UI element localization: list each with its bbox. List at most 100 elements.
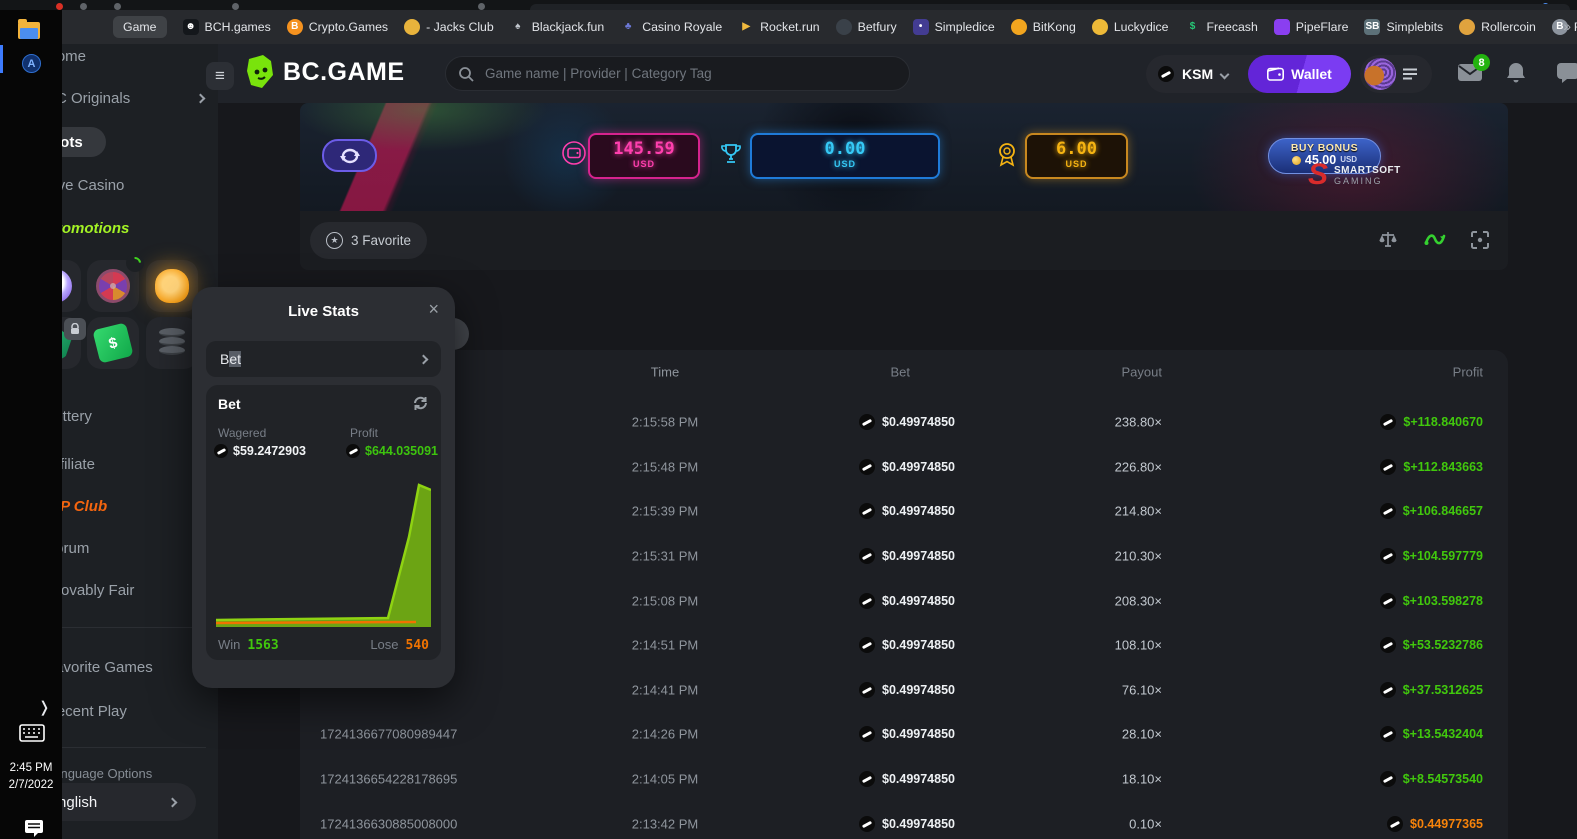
coin-icon [1380,593,1396,609]
game-tile-coins[interactable] [146,317,198,369]
bet-profit: $+104.597779 [1163,548,1483,564]
taskbar-clock[interactable]: 2:45 PM 2/7/2022 [0,760,62,795]
bookmark-item[interactable]: •Simpledice [913,19,995,35]
bet-profit: $+106.846657 [1163,503,1483,519]
bet-time: 2:14:41 PM [540,682,790,697]
browser-icon-dot [232,3,239,10]
card-title: Bet [218,396,241,412]
bookmark-item[interactable]: $Freecash [1185,19,1258,35]
table-row[interactable]: 1724136630885008000 2:13:42 PM $0.499748… [300,801,1508,839]
table-row[interactable]: 2:15:58 PM $0.49974850 238.80× $+118.840… [300,400,1508,445]
live-stats-popup: Live Stats × Bet Bet Wagered Profit $59.… [192,287,455,688]
bookmark-item[interactable]: Betfury [836,19,897,35]
bookmark-item[interactable]: - Jacks Club [404,19,494,35]
bcgame-logo[interactable]: BC.GAME [246,55,405,89]
taskbar-expand-chevron[interactable]: ❭ [38,698,51,716]
bookmark-label: Blackjack.fun [532,20,604,34]
currency-selector[interactable]: KSM Wallet [1146,55,1351,93]
favorite-label: 3 Favorite [351,233,411,248]
notification-center-icon[interactable] [24,818,44,838]
coin-icon [859,548,875,564]
fullscreen-icon[interactable] [1470,230,1490,250]
search-bar[interactable] [445,56,910,91]
bet-payout: 238.80× [1000,415,1162,430]
chat-icon [1556,62,1577,84]
bet-amount: $0.49974850 [780,682,955,698]
chat-button[interactable] [1556,62,1577,89]
chevron-right-icon [196,94,206,104]
bookmark-item[interactable]: SBSimplebits [1364,19,1443,35]
active-app-indicator [0,45,3,73]
table-row[interactable]: 2:15:48 PM $0.49974850 226.80× $+112.843… [300,445,1508,490]
keyboard-icon[interactable] [19,724,45,742]
bookmark-item[interactable]: ♣Casino Royale [620,19,722,35]
app-a-icon[interactable]: A [22,54,41,73]
game-tile-piggy-bank[interactable] [146,260,198,312]
close-icon[interactable]: × [428,299,439,320]
bookmark-item[interactable]: BCrypto.Games [287,19,388,35]
balance-value: 0.00 [752,140,938,159]
hamburger-menu-button[interactable]: ≡ [206,62,234,90]
game-tile-dollar-tag[interactable]: $ [87,317,139,369]
bcgame-logo-icon [246,55,274,89]
coin-icon [859,816,875,832]
profile-cluster[interactable] [1360,55,1432,93]
bet-time: 2:13:42 PM [540,816,790,831]
bookmarks-overflow-icon[interactable]: » [1563,18,1571,34]
coin-icon [1387,816,1403,832]
wallet-label: Wallet [1291,66,1332,82]
coin-icon [859,771,875,787]
coin-icon [1380,503,1396,519]
bookmark-item[interactable]: ☻BCH.games [183,19,271,35]
win-lose-chart [216,477,431,627]
bet-amount: $0.49974850 [780,771,955,787]
balance-value: 6.00 [1027,140,1126,159]
bet-profit: $+112.843663 [1163,459,1483,475]
table-row[interactable]: 1724136654228178695 2:14:05 PM $0.499748… [300,757,1508,802]
bookmark-item[interactable]: BitKong [1011,19,1076,35]
header-time: Time [540,365,790,380]
bet-time: 2:14:51 PM [540,638,790,653]
notifications-button[interactable] [1505,61,1527,90]
banner-refresh-button[interactable] [322,139,377,172]
header-payout: Payout [1000,365,1162,380]
favorite-button[interactable]: ★ 3 Favorite [310,222,427,259]
bookmark-item[interactable]: ♠Blackjack.fun [510,19,604,35]
bet-amount: $0.49974850 [780,816,955,832]
bookmark-item[interactable]: Game [113,16,167,38]
search-input[interactable] [483,65,897,82]
bet-payout: 226.80× [1000,459,1162,474]
table-row[interactable]: 2:14:51 PM $0.49974850 108.10× $+53.5232… [300,623,1508,668]
table-row[interactable]: 2:14:41 PM $0.49974850 76.10× $+37.53126… [300,668,1508,713]
provider-logo: S SMARTSOFTGAMING [1308,163,1401,187]
folder-icon[interactable] [18,22,40,39]
bookmark-item[interactable]: Rollercoin [1459,19,1536,35]
live-stats-icon[interactable] [1424,230,1446,250]
bookmark-item[interactable]: ▶Rocket.run [738,19,819,35]
table-row[interactable]: 2:15:31 PM $0.49974850 210.30× $+104.597… [300,534,1508,579]
sidebar-divider [46,747,206,748]
coin-icon [859,593,875,609]
header-profit: Profit [1163,365,1483,380]
chevron-down-icon [1220,69,1230,79]
win-count: 1563 [247,638,278,653]
gold-coin-icon [1292,156,1301,165]
reset-stats-icon[interactable] [412,395,429,412]
bookmark-item[interactable]: Luckydice [1092,19,1169,35]
mail-button[interactable]: 8 [1457,62,1483,88]
fairness-scales-icon[interactable] [1378,230,1398,250]
avatar[interactable] [1364,58,1396,90]
bookmark-item[interactable]: PipeFlare [1274,19,1349,35]
clock-time: 2:45 PM [0,760,62,777]
logo-text: BC.GAME [283,58,405,87]
coin-icon [1380,414,1396,430]
stats-mode-selector[interactable]: Bet [206,341,441,377]
bet-profit: $0.44977365 [1163,816,1483,832]
wallet-button[interactable]: Wallet [1248,55,1351,93]
table-row[interactable]: 1724136677080989447 2:14:26 PM $0.499748… [300,712,1508,757]
table-row[interactable]: 2:15:39 PM $0.49974850 214.80× $+106.846… [300,489,1508,534]
bookmark-label: Rollercoin [1481,20,1536,34]
lock-icon [64,318,86,340]
table-row[interactable]: 2:15:08 PM $0.49974850 208.30× $+103.598… [300,578,1508,623]
bet-payout: 76.10× [1000,682,1162,697]
